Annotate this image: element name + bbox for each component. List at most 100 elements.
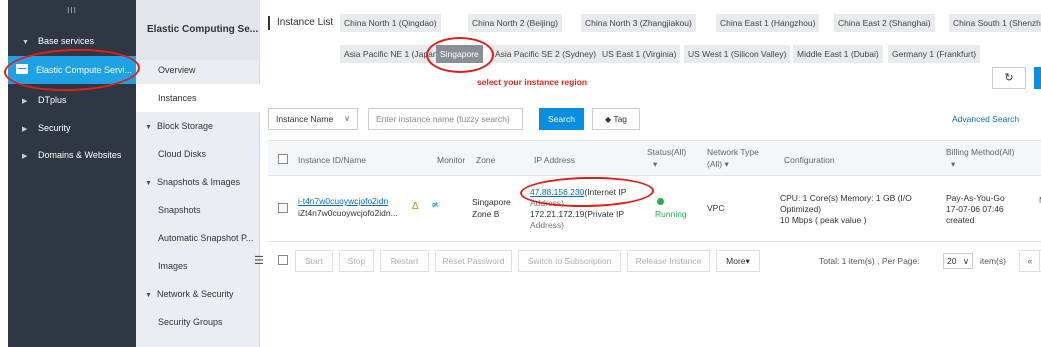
region-tab-qingdao[interactable]: China North 1 (Qingdao) [340,14,441,32]
billing-filter-icon[interactable]: ▾ [951,159,955,170]
nav-item-base-services[interactable]: ▼ Base services [8,27,136,55]
items-suffix: item(s) [980,256,1006,266]
row-checkbox[interactable] [278,203,288,213]
config-bandwidth: 10 Mbps ( peak value ) [780,215,867,225]
alarm-icon[interactable]: Δ [412,201,419,212]
advanced-search-link[interactable]: Advanced Search [952,108,1019,130]
release-instance-button[interactable]: Release Instance [627,250,710,272]
sidebar-item-images[interactable]: Images [136,252,260,280]
instance-list-title: Instance List [268,16,333,30]
region-tab-shenzhen[interactable]: China South 1 (Shenzhen) [949,14,1041,32]
sidebar-item-security-groups[interactable]: Security Groups [136,308,260,336]
nav-item-security[interactable]: ▶ Security [8,114,136,142]
region-tab-japan[interactable]: Asia Pacific NE 1 (Japan) [340,45,445,63]
nav-item-elastic-compute[interactable]: Elastic Compute Servi... [8,56,136,84]
config-io: Optimized) [780,204,822,214]
zone-name: Zone B [472,209,500,219]
nav-item-domains[interactable]: ▶ Domains & Websites [8,141,136,169]
col-header-billing[interactable]: Billing Method(All) [946,147,1015,158]
region-tab-hangzhou[interactable]: China East 1 (Hangzhou) [716,14,820,32]
action-bar: Start Stop Restart Reset Password Switch… [268,248,1041,274]
col-header-configuration: Configuration [784,155,835,165]
ecs-sidebar: Elastic Computing Se... Overview Instanc… [136,0,260,347]
nav-item-label: Domains & Websites [38,150,122,160]
private-ip-label-cont: Address) [530,220,565,230]
main-content: Instance List China North 1 (Qingdao) Ch… [262,0,1041,347]
main-nav: III ▼ Base services Elastic Compute Servi… [8,0,136,347]
page-size-select[interactable]: 20 ∨ [943,253,974,269]
page-size-value: 20 [947,256,957,266]
sidebar-group-snapshots-images[interactable]: ▼ Snapshots & Images [136,168,260,196]
public-ip-value[interactable]: 47.88.156.230 [530,187,584,197]
nav-item-label: Base services [38,36,95,46]
region-tab-virginia[interactable]: US East 1 (Virginia) [598,45,681,63]
public-ip-label: (Internet IP [584,187,627,197]
sidebar-item-automatic-snapshot[interactable]: Automatic Snapshot P... [136,224,260,252]
region-tab-frankfurt[interactable]: Germany 1 (Frankfurt) [888,45,981,63]
sidebar-item-overview[interactable]: Overview [136,56,260,84]
restart-button[interactable]: Restart [380,250,429,272]
region-tab-singapore[interactable]: Singapore [436,45,483,63]
caret-down-icon: ▼ [22,39,29,46]
search-field-select[interactable]: Instance Name ∨ [268,108,358,130]
region-tab-beijing[interactable]: China North 2 (Beijing) [468,14,562,32]
config-cpu-memory: CPU: 1 Core(s) Memory: 1 GB (I/O [780,193,912,203]
region-selector: Instance List China North 1 (Qingdao) Ch… [268,14,1041,74]
region-annotation: select your instance region [477,77,588,87]
server-icon [16,64,28,74]
nav-item-dtplus[interactable]: ▶ DTplus [8,86,136,114]
first-page-button[interactable]: « [1019,250,1041,272]
instance-id-link[interactable]: i-t4n7w0cuoywcjofo2idn [298,196,388,207]
nav-grip-icon[interactable]: III [8,6,136,15]
caret-down-icon: ▼ [145,292,152,299]
table-row: i-t4n7w0cuoywcjofo2idn iZt4n7w0cuoywcjof… [268,176,1041,242]
search-button[interactable]: Search [539,108,584,130]
col-header-monitor: Monitor [437,155,466,165]
sidebar-item-instances[interactable]: Instances [136,84,260,112]
col-header-network: Network Type [707,147,759,157]
switch-subscription-button[interactable]: Switch to Subscription [518,250,621,272]
region-tab-shanghai[interactable]: China East 2 (Shanghai) [834,14,935,32]
network-filter[interactable]: (All) ▾ [707,159,729,170]
region-tab-sydney[interactable]: Asia Pacific SE 2 (Sydney) [491,45,601,63]
bulk-select-checkbox[interactable] [278,255,288,265]
caret-down-icon: ▼ [145,124,152,131]
start-button[interactable]: Start [295,250,333,272]
refresh-icon: ↻ [1004,72,1014,84]
sidebar-group-label: Network & Security [157,289,234,299]
status-filter-icon[interactable]: ▾ [653,159,657,170]
sidebar-group-network-security[interactable]: ▼ Network & Security [136,280,260,308]
refresh-button[interactable]: ↻ [992,67,1026,89]
more-actions-button[interactable]: More▾ [716,250,760,272]
monitor-chart-icon[interactable]: ≄ [431,200,439,211]
status-text: Running [655,209,687,219]
instance-id[interactable]: i-t4n7w0cuoywcjofo2idn [298,196,388,206]
billing-method: Pay-As-You-Go [946,193,1005,203]
chevron-down-icon: ∨ [344,114,350,123]
col-header-id-name: Instance ID/Name [298,155,367,165]
tag-button-label: Tag [613,114,628,124]
sidebar-group-block-storage[interactable]: ▼ Block Storage [136,112,260,140]
pagination-total: Total: 1 item(s) , Per Page: [819,256,920,266]
tag-button[interactable]: ◆ Tag [592,108,640,130]
nav-item-label: Security [38,123,71,133]
create-instance-button-edge[interactable] [1034,67,1041,89]
region-tab-dubai[interactable]: Middle East 1 (Dubai) [793,45,883,63]
instance-name: iZt4n7w0cuoywcjofo2idn... [298,208,398,218]
stop-button[interactable]: Stop [339,250,374,272]
reset-password-button[interactable]: Reset Password [435,250,512,272]
col-header-zone: Zone [476,155,496,165]
select-all-checkbox[interactable] [278,154,288,164]
col-header-status[interactable]: Status(All) [647,147,686,158]
sidebar-item-snapshots[interactable]: Snapshots [136,196,260,224]
chevron-down-icon: ∨ [962,256,970,266]
search-input[interactable]: Enter instance name (fuzzy search) [368,108,523,130]
nav-item-label: Elastic Compute Servi... [36,65,133,75]
nav-item-label: DTplus [38,95,67,105]
sidebar-group-label: Snapshots & Images [157,177,241,187]
caret-right-icon: ▶ [22,153,28,160]
region-tab-silicon-valley[interactable]: US West 1 (Silicon Valley) [684,45,791,63]
sidebar-item-cloud-disks[interactable]: Cloud Disks [136,140,260,168]
region-tab-zhangjiakou[interactable]: China North 3 (Zhangjiakou) [581,14,696,32]
caret-down-icon: ▼ [145,180,152,187]
